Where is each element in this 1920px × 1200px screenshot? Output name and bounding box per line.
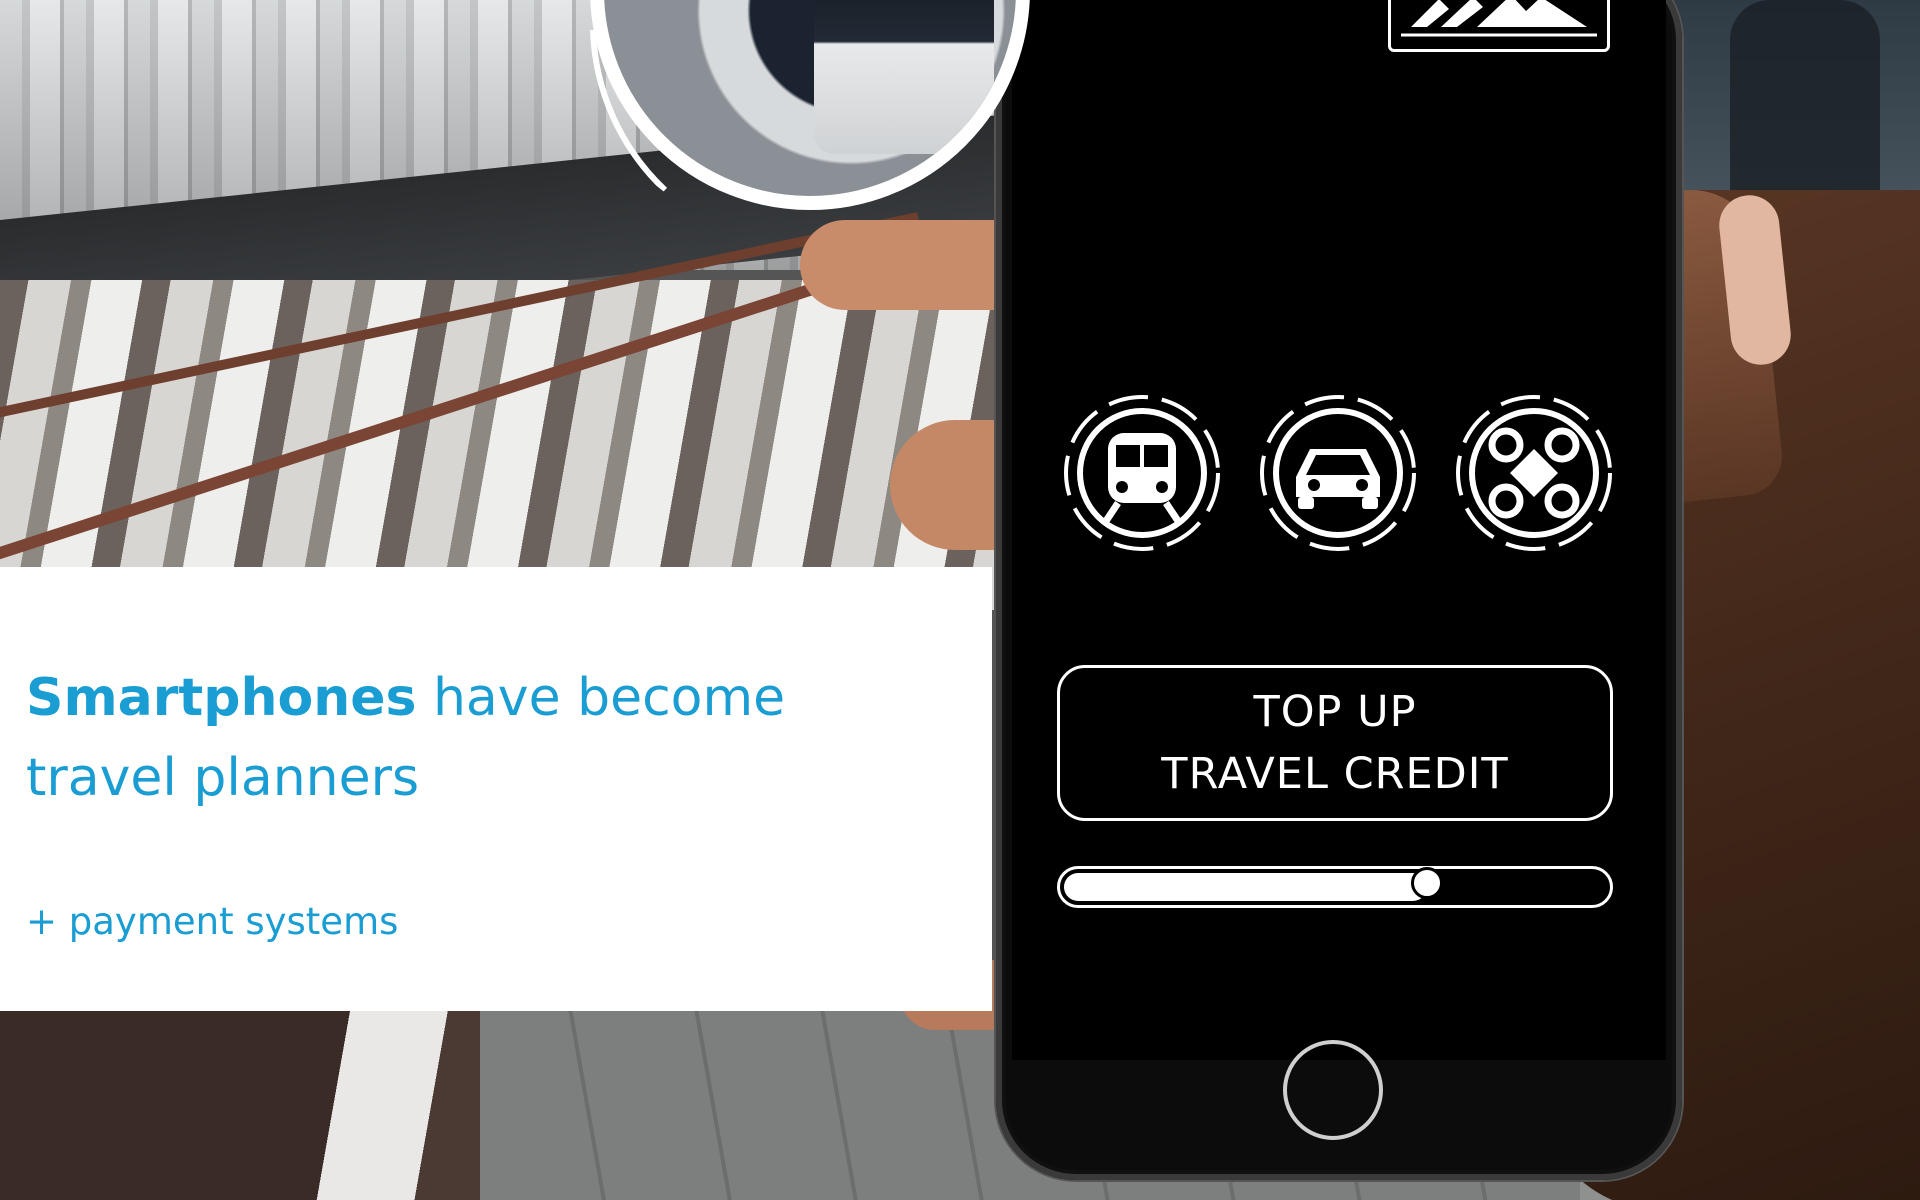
subtext: + payment systems: [26, 900, 399, 943]
top-up-travel-credit-button[interactable]: TOP UP TRAVEL CREDIT: [1057, 665, 1613, 821]
home-button[interactable]: [1283, 1040, 1383, 1140]
mountain-logo-icon: [1401, 0, 1597, 37]
train-icon[interactable]: [1062, 393, 1222, 553]
drone-icon[interactable]: [1454, 393, 1614, 553]
headline-rest: have become: [416, 668, 786, 728]
headline: Smartphones have become travel planners: [26, 658, 966, 818]
slider-knob[interactable]: [1411, 867, 1443, 899]
top-up-label-line1: TOP UP: [1253, 687, 1417, 737]
car-icon[interactable]: [1258, 393, 1418, 553]
headline-line2: travel planners: [26, 748, 420, 808]
headline-bold: Smartphones: [26, 668, 417, 728]
slider-fill: [1064, 873, 1427, 901]
top-up-label-line2: TRAVEL CREDIT: [1161, 749, 1509, 799]
railway-tracks: [0, 280, 1050, 610]
app-logo: [1388, 0, 1610, 52]
credit-slider[interactable]: [1057, 866, 1613, 908]
